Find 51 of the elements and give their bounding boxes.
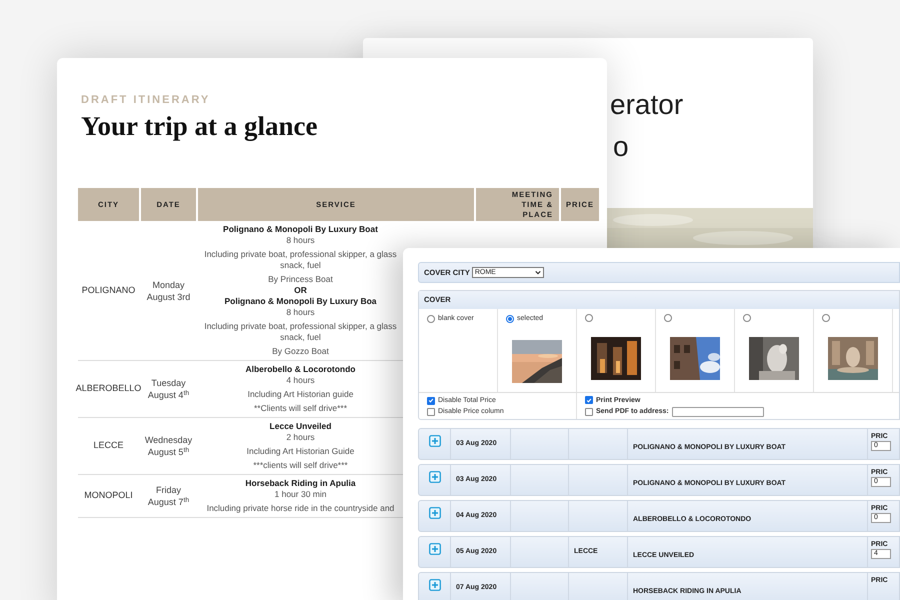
table-cell-text: POLIGNANO	[80, 284, 136, 297]
chevron-down-icon	[534, 270, 541, 275]
service-text: Including Art Historian Guide	[246, 446, 354, 457]
service-title: Polignano & Monopoli By Luxury Boa	[224, 296, 377, 307]
service-text: ***clients will self drive***	[253, 460, 348, 471]
document-heading: erator	[610, 88, 684, 122]
radio-button[interactable]	[743, 314, 751, 322]
table-cell-text: Monday August 3rd	[146, 278, 192, 304]
plus-icon[interactable]	[428, 579, 440, 591]
plus-icon[interactable]	[428, 435, 440, 447]
service-title: Alberobello & Locorotondo	[245, 364, 356, 375]
service-text: 8 hours	[286, 307, 315, 318]
service-text: By Princess Boat	[268, 274, 333, 285]
service-text: **Clients will self drive***	[254, 403, 348, 414]
radio-button[interactable]	[427, 315, 435, 324]
table-cell-text: Friday August 7$^{th}$	[146, 484, 190, 509]
address-field[interactable]	[672, 406, 764, 416]
table-cell-text: ALBEROBELLO	[78, 382, 139, 396]
page-title: Your trip at a glance	[81, 110, 318, 143]
service-title: Polignano & Monopoli By Luxury Boat	[223, 224, 378, 235]
service-text: Including private boat, professional skipper, a glass	[204, 249, 397, 260]
document-heading: o	[613, 130, 629, 164]
service-text: snack, fuel	[280, 260, 321, 271]
service-text: snack, fuel	[280, 332, 321, 343]
service-text: By Gozzo Boat	[272, 346, 329, 357]
radio-button[interactable]	[664, 314, 672, 322]
service-text: 2 hours	[286, 432, 315, 443]
table-cell-text: Tuesday August 4$^{th}$	[146, 377, 190, 402]
radio-button[interactable]	[506, 315, 514, 324]
plus-icon[interactable]	[428, 507, 440, 519]
checkbox[interactable]	[427, 408, 435, 416]
radio-button[interactable]	[822, 314, 830, 322]
checkbox[interactable]	[585, 408, 593, 416]
table-cell-text: LECCE	[92, 439, 124, 452]
radio-button[interactable]	[585, 314, 593, 322]
service-text: Including private boat, professional skipper, a glass	[204, 321, 397, 332]
table-cell-text: MONOPOLI	[83, 489, 134, 502]
service-title: Horseback Riding in Apulia	[245, 478, 356, 489]
checkbox[interactable]	[427, 396, 435, 404]
plus-icon[interactable]	[428, 543, 440, 555]
service-text: 4 hours	[286, 375, 315, 386]
service-text: Including private horse ride in the countryside and	[206, 503, 394, 514]
plus-icon[interactable]	[428, 471, 440, 483]
table-cell-text: Wednesday August 5$^{th}$	[144, 434, 194, 459]
service-text: 1 hour 30 min	[274, 489, 326, 500]
service-text: 8 hours	[286, 235, 315, 246]
service-title: OR	[294, 285, 307, 296]
checkbox[interactable]	[585, 396, 593, 404]
eyebrow-label: DRAFT ITINERARY	[81, 93, 212, 107]
service-title: Lecce Unveiled	[270, 421, 332, 432]
service-text: Including Art Historian guide	[248, 389, 354, 400]
